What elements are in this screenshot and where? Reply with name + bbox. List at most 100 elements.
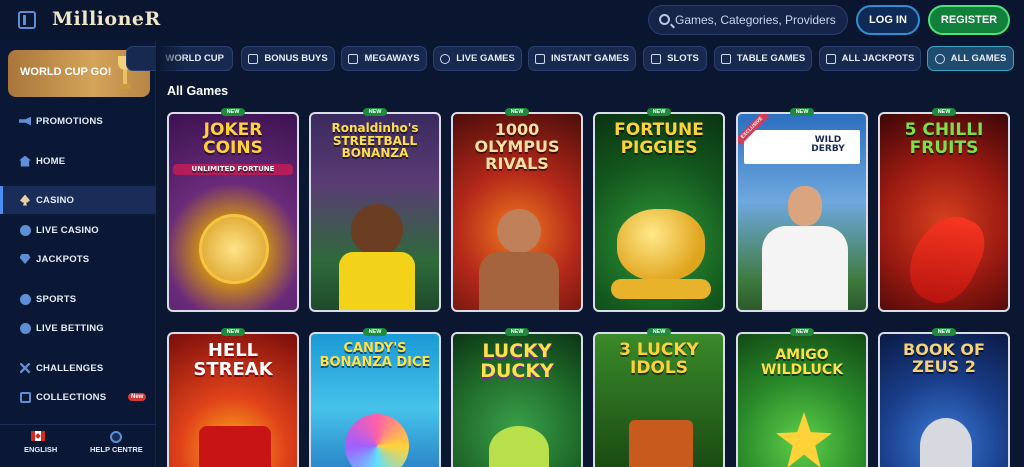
section-title: All Games bbox=[167, 84, 229, 98]
game-subtitle: UNLIMITED FORTUNE bbox=[173, 164, 293, 176]
warrior-body-art bbox=[479, 252, 559, 310]
game-tile-amigo-wildluck[interactable]: AMIGO WILDLUCK bbox=[736, 332, 868, 467]
sidebar-item-home[interactable]: HOME bbox=[0, 147, 156, 175]
slots-icon bbox=[651, 53, 662, 64]
sevens-art bbox=[199, 426, 271, 467]
swords-icon bbox=[19, 362, 31, 374]
category-bar: WORLD CUP BONUS BUYS MEGAWAYS LIVE GAMES… bbox=[126, 40, 1024, 76]
sidebar-item-label: CASINO bbox=[36, 194, 75, 206]
chilli-art bbox=[897, 204, 995, 310]
site-logo[interactable]: MillioneR bbox=[52, 8, 161, 30]
sidebar-item-promotions[interactable]: PROMOTIONS bbox=[0, 107, 156, 135]
new-tag: NEW bbox=[932, 328, 956, 336]
globe-icon bbox=[19, 224, 31, 236]
game-tile-streetball-bonanza[interactable]: Ronaldinho's STREETBALL BONANZA bbox=[309, 112, 441, 312]
category-megaways[interactable]: MEGAWAYS bbox=[341, 46, 427, 71]
warrior-head-art bbox=[497, 209, 541, 253]
sidebar-item-label: LIVE BETTING bbox=[36, 322, 104, 334]
sidebar-item-jackpots[interactable]: JACKPOTS bbox=[0, 245, 156, 273]
search-bar[interactable] bbox=[648, 5, 848, 35]
sidebar-item-label: HOME bbox=[36, 155, 66, 167]
sidebar-item-label: LIVE CASINO bbox=[36, 224, 99, 236]
game-tile-olympus-rivals[interactable]: 1000 OLYMPUS RIVALS bbox=[451, 112, 583, 312]
game-title: JOKER COINS bbox=[203, 120, 263, 158]
sidebar-item-collections[interactable]: COLLECTIONS New bbox=[0, 383, 156, 411]
game-title: Ronaldinho's STREETBALL BONANZA bbox=[331, 121, 419, 161]
spade-icon bbox=[19, 194, 31, 206]
category-all-jackpots[interactable]: ALL JACKPOTS bbox=[819, 46, 921, 71]
piggy-bank-art bbox=[617, 209, 705, 281]
player-head-art bbox=[788, 186, 822, 226]
sidebar-item-casino[interactable]: CASINO bbox=[0, 186, 156, 214]
register-button[interactable]: REGISTER bbox=[928, 5, 1010, 35]
game-title: LUCKY DUCKY bbox=[480, 340, 554, 382]
home-icon bbox=[19, 155, 31, 167]
jersey-art bbox=[762, 226, 848, 310]
category-live-games[interactable]: LIVE GAMES bbox=[433, 46, 522, 71]
sidebar-toggle-icon[interactable] bbox=[18, 11, 36, 29]
idol-art bbox=[629, 420, 693, 467]
category-scroll-fade bbox=[156, 40, 186, 76]
game-tile-wild-derby[interactable]: WILD DERBY EXCLUSIVE bbox=[736, 112, 868, 312]
new-tag: NEW bbox=[505, 328, 529, 336]
new-tag: NEW bbox=[221, 108, 245, 116]
new-tag: NEW bbox=[505, 108, 529, 116]
search-icon bbox=[659, 14, 670, 25]
game-tile-chilli-fruits[interactable]: 5 CHILLI FRUITS bbox=[878, 112, 1010, 312]
jackpot-icon bbox=[825, 53, 836, 64]
game-title: 1000 OLYMPUS RIVALS bbox=[474, 120, 560, 173]
layers-icon bbox=[19, 391, 31, 403]
cards-icon bbox=[720, 53, 731, 64]
ball-icon bbox=[19, 293, 31, 305]
sidebar-item-challenges[interactable]: CHALLENGES bbox=[0, 354, 156, 382]
game-tile-book-of-zeus-2[interactable]: BOOK OF ZEUS 2 bbox=[878, 332, 1010, 467]
new-tag: NEW bbox=[790, 108, 814, 116]
sidebar-item-label: SPORTS bbox=[36, 293, 77, 305]
globe-icon bbox=[934, 53, 945, 64]
game-title: 3 LUCKY IDOLS bbox=[619, 340, 699, 378]
category-bonus-buys[interactable]: BONUS BUYS bbox=[241, 46, 335, 71]
game-title: WILD DERBY bbox=[811, 135, 845, 155]
game-title: BOOK OF ZEUS 2 bbox=[903, 340, 985, 376]
new-tag: NEW bbox=[647, 328, 671, 336]
game-title: 5 CHILLI FRUITS bbox=[904, 120, 984, 158]
game-title: AMIGO WILDLUCK bbox=[760, 347, 844, 378]
sidebar-divider bbox=[0, 424, 156, 425]
lollipop-art bbox=[345, 414, 409, 467]
sidebar-item-label: PROMOTIONS bbox=[36, 115, 103, 127]
sidebar-item-live-casino[interactable]: LIVE CASINO bbox=[0, 216, 156, 244]
game-tile-lucky-ducky[interactable]: LUCKY DUCKY bbox=[451, 332, 583, 467]
help-centre-link[interactable]: HELP CENTRE bbox=[90, 445, 143, 454]
sidebar-item-label: JACKPOTS bbox=[36, 253, 90, 265]
game-title: FORTUNE PIGGIES bbox=[614, 120, 704, 158]
new-tag: NEW bbox=[221, 328, 245, 336]
coins-pile-art bbox=[611, 279, 711, 299]
sidebar-item-sports[interactable]: SPORTS bbox=[0, 285, 156, 313]
duck-art bbox=[489, 426, 549, 467]
game-tile-candys-bonanza-dice[interactable]: CANDY'S BONANZA DICE bbox=[309, 332, 441, 467]
gem-icon bbox=[19, 253, 31, 265]
game-title: CANDY'S BONANZA DICE bbox=[319, 341, 431, 370]
world-cup-banner-label: WORLD CUP GO! bbox=[20, 66, 112, 78]
megaways-icon bbox=[348, 53, 359, 64]
help-icon[interactable] bbox=[110, 431, 122, 443]
game-tile-lucky-idols[interactable]: 3 LUCKY IDOLS bbox=[593, 332, 725, 467]
sidebar-item-label: COLLECTIONS bbox=[36, 391, 107, 403]
language-selector[interactable]: ENGLISH bbox=[24, 445, 57, 454]
category-slots[interactable]: SLOTS bbox=[643, 46, 707, 71]
sidebar-item-live-betting[interactable]: LIVE BETTING bbox=[0, 314, 156, 342]
player-head-art bbox=[351, 204, 403, 256]
category-table-games[interactable]: TABLE GAMES bbox=[714, 46, 812, 71]
new-tag: NEW bbox=[647, 108, 671, 116]
game-tile-joker-coins[interactable]: JOKER COINS UNLIMITED FORTUNE bbox=[167, 112, 299, 312]
new-badge: New bbox=[128, 393, 147, 401]
search-input[interactable] bbox=[675, 10, 843, 30]
category-all-games[interactable]: ALL GAMES bbox=[927, 46, 1014, 71]
login-button[interactable]: LOG IN bbox=[856, 5, 920, 35]
jersey-art bbox=[339, 252, 415, 310]
category-instant-games[interactable]: INSTANT GAMES bbox=[528, 46, 636, 71]
bonus-buy-icon bbox=[248, 53, 259, 64]
game-tile-hell-streak[interactable]: HELL STREAK bbox=[167, 332, 299, 467]
game-tile-fortune-piggies[interactable]: FORTUNE PIGGIES bbox=[593, 112, 725, 312]
canada-flag-icon[interactable] bbox=[31, 431, 45, 441]
